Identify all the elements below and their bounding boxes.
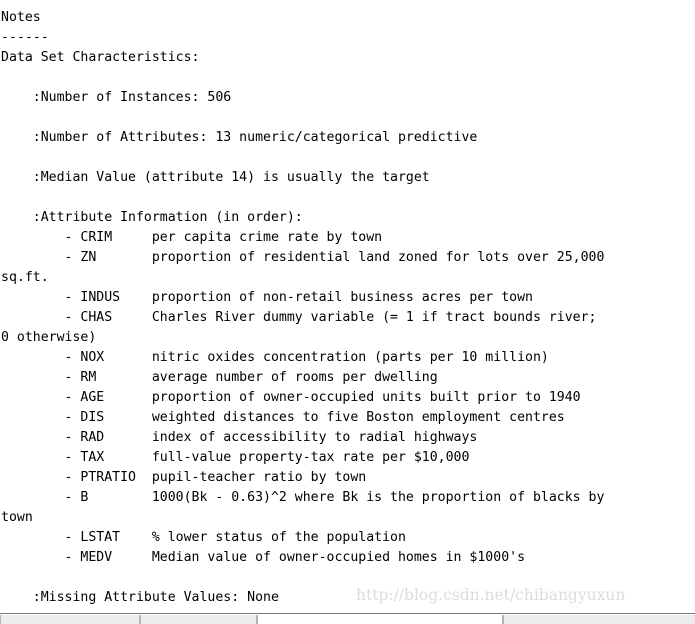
status-bar-cell-3[interactable] bbox=[257, 615, 408, 624]
status-bar-cell-2[interactable] bbox=[140, 615, 257, 624]
status-bar-divider bbox=[0, 613, 695, 614]
status-bar-cell-1[interactable] bbox=[0, 615, 140, 624]
dataset-notes-text: Notes ------ Data Set Characteristics: :… bbox=[1, 10, 605, 605]
status-bar bbox=[0, 613, 695, 624]
notes-document: Notes ------ Data Set Characteristics: :… bbox=[0, 0, 695, 613]
status-bar-cell-5[interactable] bbox=[503, 615, 695, 624]
status-bar-cell-4[interactable] bbox=[408, 615, 503, 624]
